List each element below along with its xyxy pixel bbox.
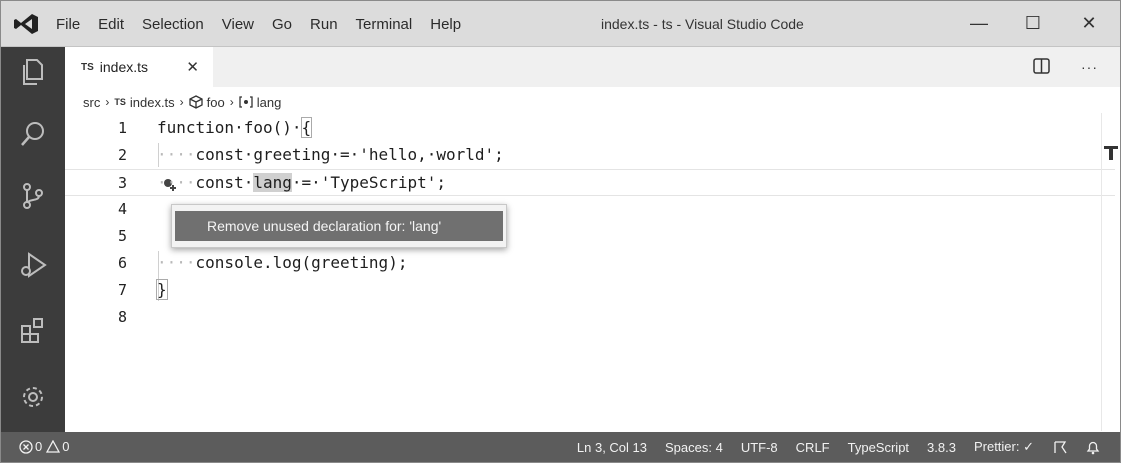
matching-bracket: } — [156, 279, 168, 300]
editor-tab-bar: TS index.ts ✕ ··· — [65, 47, 1120, 87]
menu-terminal[interactable]: Terminal — [356, 16, 413, 33]
whitespace-marker: ···· — [157, 253, 196, 272]
whitespace-marker: ···· — [157, 145, 196, 164]
indentation[interactable]: Spaces: 4 — [665, 440, 723, 455]
extensions-icon[interactable] — [18, 315, 48, 345]
title-bar: File Edit Selection View Go Run Terminal… — [1, 1, 1120, 47]
code-editor[interactable]: 1 function·foo()·{ 2 ····const·greeting·… — [65, 113, 1115, 431]
warning-icon — [46, 440, 61, 453]
tab-index-ts[interactable]: TS index.ts ✕ — [65, 47, 213, 87]
maximize-button[interactable]: ☐ — [1021, 11, 1045, 35]
menu-view[interactable]: View — [222, 16, 254, 33]
notification-bell-icon[interactable] — [1086, 440, 1100, 455]
line-number: 4 — [117, 200, 127, 218]
run-debug-icon[interactable] — [18, 250, 48, 280]
split-editor-icon[interactable] — [1033, 58, 1050, 74]
code-line-current: 3 ····const·lang·=·'TypeScript'; — [65, 169, 1115, 196]
more-actions-icon[interactable]: ··· — [1081, 59, 1098, 75]
typescript-version[interactable]: 3.8.3 — [927, 440, 956, 455]
variable-icon — [239, 96, 253, 108]
cursor-position[interactable]: Ln 3, Col 13 — [577, 440, 647, 455]
settings-gear-icon[interactable] — [18, 382, 48, 412]
code-text: function·foo()· — [157, 118, 302, 137]
tab-label: index.ts — [99, 59, 149, 75]
breadcrumb-variable[interactable]: lang — [257, 95, 282, 110]
whitespace-marker: ···· — [157, 173, 196, 192]
feedback-icon[interactable] — [1052, 440, 1068, 455]
menu-edit[interactable]: Edit — [98, 16, 124, 33]
line-number: 5 — [117, 227, 127, 245]
close-window-button[interactable]: ✕ — [1077, 11, 1101, 35]
error-icon — [19, 439, 33, 454]
menu-selection[interactable]: Selection — [142, 16, 204, 33]
code-text: const· — [195, 173, 254, 192]
text-cursor-icon — [1104, 146, 1118, 160]
breadcrumb-folder[interactable]: src — [83, 95, 100, 110]
quick-fix-remove-unused[interactable]: Remove unused declaration for: 'lang' — [175, 211, 503, 241]
code-line: 2 ····const·greeting·=·'hello,·world'; — [65, 142, 1115, 169]
activity-bar — [1, 47, 65, 432]
breadcrumb-function[interactable]: foo — [207, 95, 225, 110]
line-number: 1 — [117, 119, 127, 137]
line-number: 6 — [117, 254, 127, 272]
warning-count: 0 — [62, 439, 70, 454]
breadcrumb-separator: › — [179, 95, 184, 109]
language-mode[interactable]: TypeScript — [848, 440, 909, 455]
breadcrumb-file[interactable]: index.ts — [130, 95, 175, 110]
error-count: 0 — [35, 439, 43, 454]
menu-file[interactable]: File — [56, 16, 80, 33]
menu-go[interactable]: Go — [272, 16, 292, 33]
method-cube-icon — [189, 95, 203, 109]
line-number: 3 — [117, 174, 127, 192]
prettier-status[interactable]: Prettier: ✓ — [974, 439, 1034, 455]
encoding[interactable]: UTF-8 — [741, 440, 778, 455]
unused-variable-highlight: lang — [253, 173, 292, 192]
line-number: 2 — [117, 146, 127, 164]
minimize-button[interactable]: — — [967, 11, 991, 35]
menu-help[interactable]: Help — [430, 16, 461, 33]
explorer-icon[interactable] — [18, 57, 48, 87]
code-text: console.log(greeting); — [195, 253, 408, 272]
status-right-group: Ln 3, Col 13 Spaces: 4 UTF-8 CRLF TypeSc… — [559, 439, 1100, 455]
line-number: 7 — [117, 281, 127, 299]
code-text: const·greeting·=·'hello,·world'; — [195, 145, 504, 164]
tab-close-icon[interactable]: ✕ — [186, 58, 199, 76]
status-bar: 0 0 Ln 3, Col 13 Spaces: 4 UTF-8 CRLF Ty… — [1, 432, 1120, 462]
matching-bracket: { — [300, 117, 313, 138]
search-icon[interactable] — [18, 119, 48, 149]
editor-ruler — [1101, 113, 1102, 431]
source-control-icon[interactable] — [18, 181, 48, 211]
breadcrumb: src › TS index.ts › foo › lang — [83, 93, 281, 111]
line-number: 8 — [117, 308, 127, 326]
typescript-file-icon: TS — [81, 61, 94, 73]
quick-fix-menu: Remove unused declaration for: 'lang' — [171, 204, 507, 248]
vscode-window: File Edit Selection View Go Run Terminal… — [0, 0, 1121, 463]
breadcrumb-separator: › — [229, 95, 234, 109]
code-line: 1 function·foo()·{ — [65, 115, 1115, 142]
line-ending[interactable]: CRLF — [796, 440, 830, 455]
window-title: index.ts - ts - Visual Studio Code — [601, 16, 804, 32]
code-line: 6 ····console.log(greeting); — [65, 250, 1115, 277]
code-text: ·=·'TypeScript'; — [291, 173, 446, 192]
problems-indicator[interactable]: 0 0 — [19, 439, 69, 454]
code-line: 7 } — [65, 277, 1115, 304]
menu-bar: File Edit Selection View Go Run Terminal… — [56, 1, 479, 47]
typescript-file-icon: TS — [114, 97, 126, 107]
breadcrumb-separator: › — [105, 95, 110, 109]
menu-run[interactable]: Run — [310, 16, 338, 33]
vscode-logo-icon — [14, 14, 38, 34]
code-line: 8 — [65, 304, 1115, 331]
